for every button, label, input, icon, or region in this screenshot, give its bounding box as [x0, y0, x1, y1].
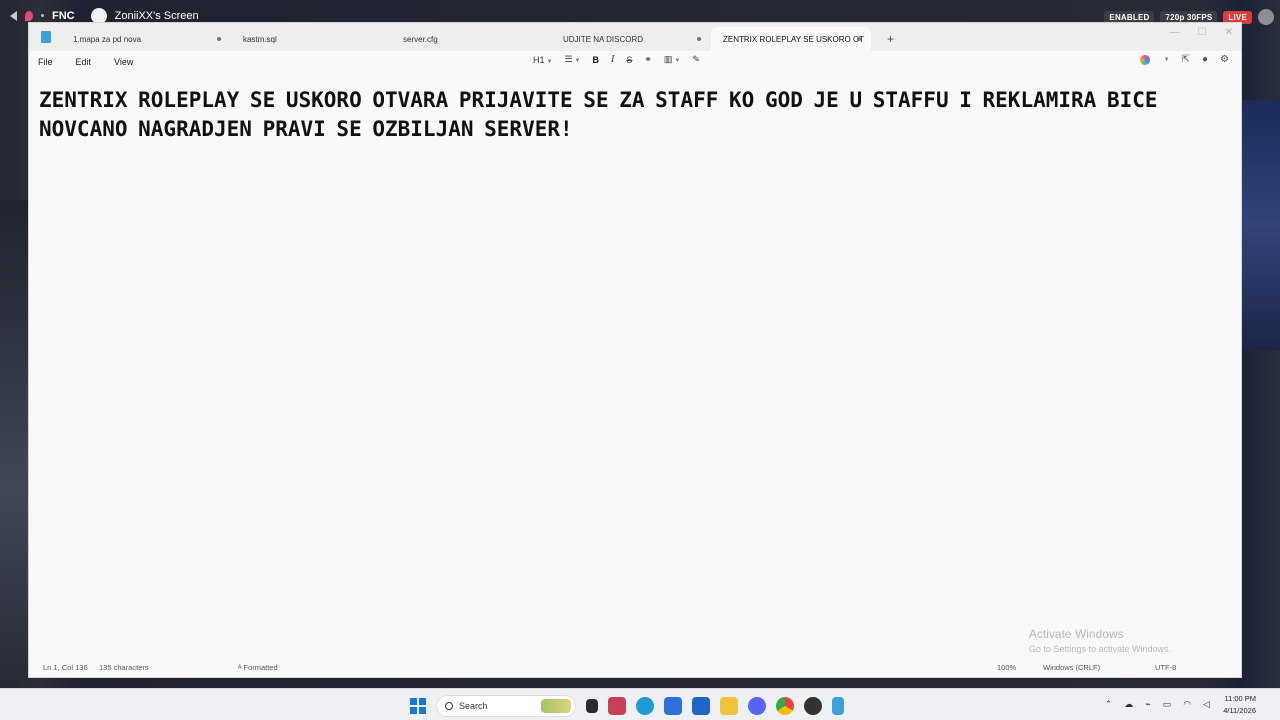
backdrop-glow [1240, 100, 1280, 350]
tab-label: kastm.sql [243, 34, 277, 44]
character-count: 135 characters [99, 663, 149, 672]
status-bar: Ln 1, Col 136 135 characters ᴬ Formatted… [29, 659, 1241, 677]
taskbar-apps: Search [410, 695, 844, 717]
tab-label: server.cfg [403, 34, 438, 44]
tab-label: 1.mapa za pd nova [73, 34, 142, 44]
format-toolbar: H1 ▼ ☰ ▼ B I S ⚭ ▥ ▼ ✎ [533, 54, 700, 65]
activate-windows-watermark: Activate Windows Go to Settings to activ… [1028, 627, 1171, 654]
volume-icon[interactable]: ◁ [1203, 699, 1210, 710]
clock-date: 4/11/2026 [1223, 706, 1256, 715]
app-icon-1[interactable] [608, 697, 626, 715]
menu-file[interactable]: File [29, 57, 53, 67]
tab-5-active[interactable]: ZENTRIX ROLEPLAY SE USKORO OT [711, 27, 871, 51]
share-icon[interactable]: ⇱ [1182, 54, 1190, 65]
menu-edit[interactable]: Edit [67, 57, 92, 67]
list-icon[interactable]: ☰ ▼ [564, 54, 580, 65]
notepad-window: 1.mapa za pd nova kastm.sql server.cfg U… [28, 22, 1242, 678]
format-indicator[interactable]: ᴬ Formatted [238, 663, 278, 672]
unsaved-dot-icon [857, 37, 861, 41]
minimize-icon[interactable]: — [1170, 27, 1180, 38]
file-explorer-icon[interactable] [720, 697, 738, 715]
link-icon[interactable]: ⚭ [644, 54, 652, 65]
italic-button[interactable]: I [611, 54, 614, 65]
viewer-avatar [1258, 9, 1274, 25]
window-controls: — ☐ ✕ [1170, 27, 1233, 38]
task-view-icon[interactable] [586, 699, 598, 713]
stream-title: ZoniiXX's Screen [114, 9, 199, 22]
display-icon[interactable]: ▭ [1163, 699, 1172, 710]
search-highlight-icon [541, 699, 571, 713]
maximize-icon[interactable]: ☐ [1198, 27, 1207, 38]
speaker-icon[interactable] [10, 10, 17, 21]
format-icon: ᴬ [238, 663, 242, 672]
table-icon[interactable]: ▥ ▼ [664, 54, 680, 65]
heading-dropdown[interactable]: H1 ▼ [533, 55, 552, 65]
strikethrough-button[interactable]: S [626, 55, 632, 65]
network-icon[interactable]: ⌁ [1145, 699, 1150, 710]
menu-bar: File Edit View H1 ▼ ☰ ▼ B I S ⚭ ▥ ▼ ✎ ▼ ⇱ ●… [29, 51, 1241, 73]
line-ending[interactable]: Windows (CRLF) [1043, 663, 1100, 672]
notepad-taskbar-icon[interactable] [832, 697, 844, 715]
cursor-position: Ln 1, Col 136 [43, 663, 88, 672]
menu-view[interactable]: View [105, 57, 133, 67]
tab-label: ZENTRIX ROLEPLAY SE USKORO OT [723, 34, 865, 44]
account-icon[interactable]: ● [1202, 54, 1208, 65]
wifi-icon[interactable]: ◠ [1183, 699, 1191, 710]
tab-4[interactable]: UDJITE NA DISCORD [551, 27, 711, 51]
cloud-icon[interactable]: ☁ [1124, 699, 1133, 710]
notepad-app-icon [41, 31, 51, 43]
clear-format-icon[interactable]: ✎ [692, 54, 700, 65]
tab-1[interactable]: 1.mapa za pd nova [61, 27, 231, 51]
clock-time: 11:00 PM [1224, 694, 1256, 703]
chrome-icon[interactable] [776, 697, 794, 715]
edge-icon[interactable] [636, 697, 654, 715]
copilot-icon[interactable] [1139, 54, 1150, 65]
server-pin-icon [25, 10, 33, 21]
text-editor[interactable]: ZENTRIX ROLEPLAY SE USKORO OTVARA PRIJAV… [29, 73, 1241, 663]
clock[interactable]: 11:00 PM 4/11/2026 [1223, 693, 1256, 717]
tab-3[interactable]: server.cfg [391, 27, 551, 51]
tab-2[interactable]: kastm.sql [231, 27, 391, 51]
chevron-up-icon[interactable]: ⌃ [1105, 699, 1113, 710]
separator-dot [41, 14, 44, 17]
server-name: FNC [52, 9, 75, 22]
gear-icon[interactable]: ⚙ [1220, 54, 1229, 65]
search-placeholder: Search [459, 701, 488, 711]
tab-strip: 1.mapa za pd nova kastm.sql server.cfg U… [29, 23, 1241, 51]
chevron-down-icon[interactable]: ▼ [1164, 57, 1170, 63]
start-icon[interactable] [410, 698, 426, 714]
system-tray: ⌃ ☁ ⌁ ▭ ◠ ◁ [1105, 699, 1210, 710]
right-toolbar: ▼ ⇱ ● ⚙ [1139, 54, 1229, 65]
app-icon-2[interactable] [664, 697, 682, 715]
bold-button[interactable]: B [593, 55, 600, 65]
new-tab-button[interactable]: + [871, 32, 894, 51]
encoding[interactable]: UTF-8 [1155, 663, 1176, 672]
unsaved-dot-icon [217, 37, 221, 41]
store-icon[interactable] [692, 697, 710, 715]
discord-icon[interactable] [748, 697, 766, 715]
zoom-level[interactable]: 100% [997, 663, 1016, 672]
tab-label: UDJITE NA DISCORD [563, 34, 644, 44]
taskbar: Search ⌃ ☁ ⌁ ▭ ◠ ◁ 11:00 PM 4/11/2026 [0, 688, 1280, 720]
backdrop-shadow [0, 200, 28, 680]
search-icon [445, 702, 453, 710]
close-icon[interactable]: ✕ [1225, 27, 1233, 38]
unsaved-dot-icon [697, 37, 701, 41]
app-icon-3[interactable] [804, 697, 822, 715]
taskbar-search[interactable]: Search [436, 695, 576, 717]
